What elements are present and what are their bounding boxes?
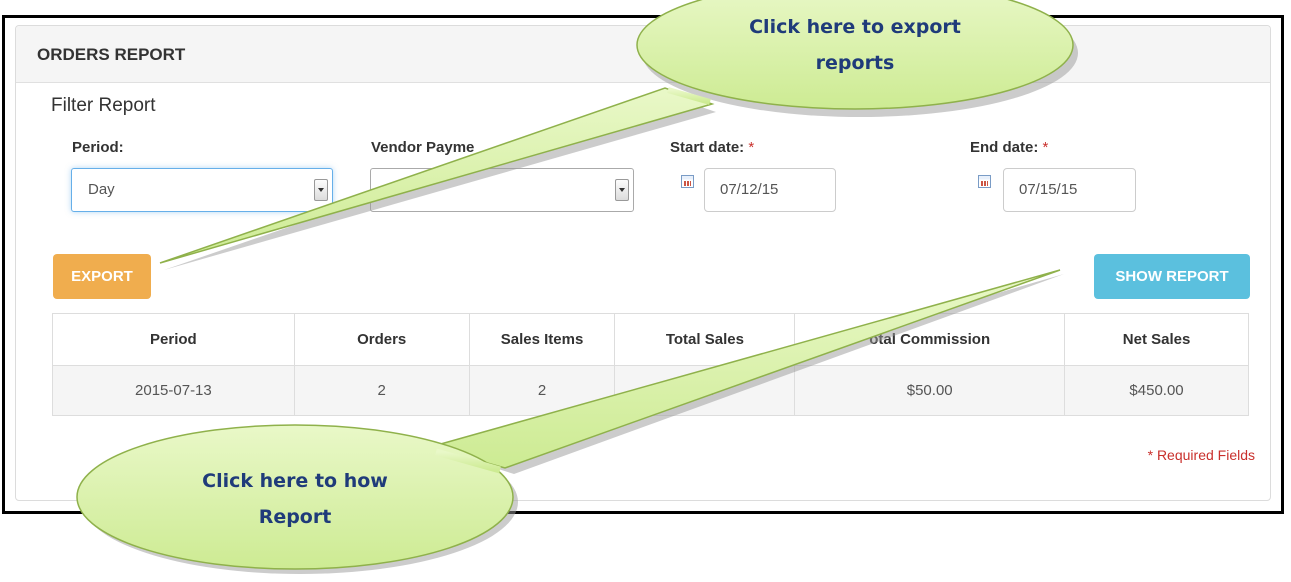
show-callout-line2: Report [258,506,332,528]
export-callout-line1: Click here to export [749,16,961,38]
export-callout-line2: reports [815,52,895,74]
export-callout-text: Click here to export reports [690,9,1020,81]
show-callout-line1: Click here to how [202,470,388,492]
show-callout-text: Click here to how Report [130,463,460,535]
